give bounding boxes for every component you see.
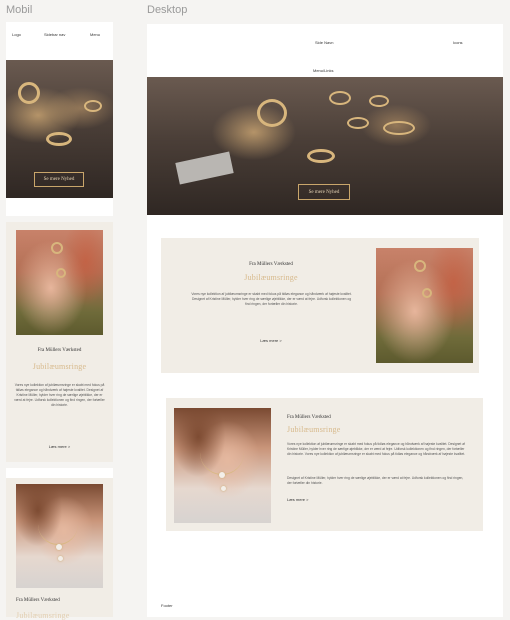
desktop-card-1-read-more-link[interactable]: Læs mere > (161, 338, 381, 343)
mobile-card-2: Fra Müllers Værksted Jubilæumsringe (6, 468, 113, 620)
desktop-hero-image: Se mere Nyhed (147, 77, 503, 215)
mobile-card-2-image (16, 484, 103, 588)
necklace-pendant-icon (58, 556, 63, 561)
mobile-card-1: Fra Müllers Værksted Jubilæumsringe Vore… (6, 222, 113, 462)
mobile-card-1-image (16, 230, 103, 335)
ring-icon (18, 82, 40, 104)
ring-icon (347, 117, 369, 129)
ring-icon (84, 100, 102, 112)
necklace-pendant-icon (56, 544, 62, 550)
desktop-icons[interactable]: Icons (453, 40, 463, 45)
mobile-card-2-topstrip (6, 468, 113, 478)
desktop-card-1-image (376, 248, 473, 363)
ring-icon (56, 268, 66, 278)
ring-icon (46, 132, 72, 146)
necklace-pendant-icon (221, 486, 226, 491)
metal-bar (175, 151, 234, 185)
desktop-hero-cta-button[interactable]: Se mere Nyhed (298, 184, 350, 200)
ring-icon (307, 149, 335, 163)
mobile-card-1-title: Jubilæumsringe (32, 362, 87, 371)
ring-icon (422, 288, 432, 298)
ring-icon (369, 95, 389, 107)
necklace-pendant-icon (219, 472, 225, 478)
ring-icon (383, 121, 415, 135)
mobile-card-2-kicker: Fra Müllers Værksted (16, 598, 60, 603)
mobile-card-1-body: Vores nye kollektion af jubilæumsringe e… (14, 383, 105, 407)
desktop-card-2-title: Jubilæumsringe (287, 425, 341, 434)
desktop-card-1-title: Jubilæumsringe (244, 273, 298, 282)
desktop-artboard-label: Desktop (147, 4, 188, 16)
desktop-side-nav[interactable]: Side Navn (315, 40, 333, 45)
desktop-card-2-body-1: Vores nye kollektion af jubilæumsringe e… (287, 442, 466, 456)
mobile-card-1-read-more-link[interactable]: Læs mere > (6, 444, 113, 449)
ring-icon (51, 242, 63, 254)
desktop-frame: Side Navn Icons Menu/Links Se mere Nyhed… (147, 24, 503, 617)
mobile-card-2-title: Jubilæumsringe (16, 611, 70, 620)
desktop-card-1-kicker: Fra Müllers Værksted (249, 262, 293, 267)
mobile-artboard-label: Mobil (6, 4, 33, 16)
mobile-hero-cta-button[interactable]: Se mere Nyhed (34, 172, 84, 187)
desktop-card-2-image (174, 408, 271, 523)
desktop-card-1: Fra Müllers Værksted Jubilæumsringe Vore… (161, 238, 479, 373)
necklace-chain (38, 504, 78, 545)
mobile-logo[interactable]: Logo (12, 32, 21, 37)
ring-icon (414, 260, 426, 272)
mobile-hero-image: Se mere Nyhed (6, 60, 113, 198)
necklace-chain (200, 430, 244, 475)
mobile-frame-top: Logo Sidebar nav Menu Se mere Nyhed (6, 22, 113, 216)
desktop-menu-links[interactable]: Menu/Links (313, 68, 333, 73)
mobile-menu-button[interactable]: Menu (90, 32, 100, 37)
mobile-card-1-kicker: Fra Müllers Værksted (37, 348, 82, 353)
ring-icon (329, 91, 351, 105)
ring-icon (257, 99, 287, 127)
desktop-card-2-kicker: Fra Müllers Værksted (287, 415, 331, 420)
desktop-card-2-body-2: Designet af Kristine Müller, hylder hver… (287, 476, 464, 485)
desktop-card-1-body: Vores nye kollektion af jubilæumsringe e… (191, 292, 352, 306)
mobile-sidebar-nav[interactable]: Sidebar nav (44, 32, 65, 37)
desktop-card-2: Fra Müllers Værksted Jubilæumsringe Vore… (166, 398, 483, 531)
desktop-card-2-read-more-link[interactable]: Læs mere > (287, 497, 308, 502)
desktop-footer: Footer (161, 603, 173, 608)
